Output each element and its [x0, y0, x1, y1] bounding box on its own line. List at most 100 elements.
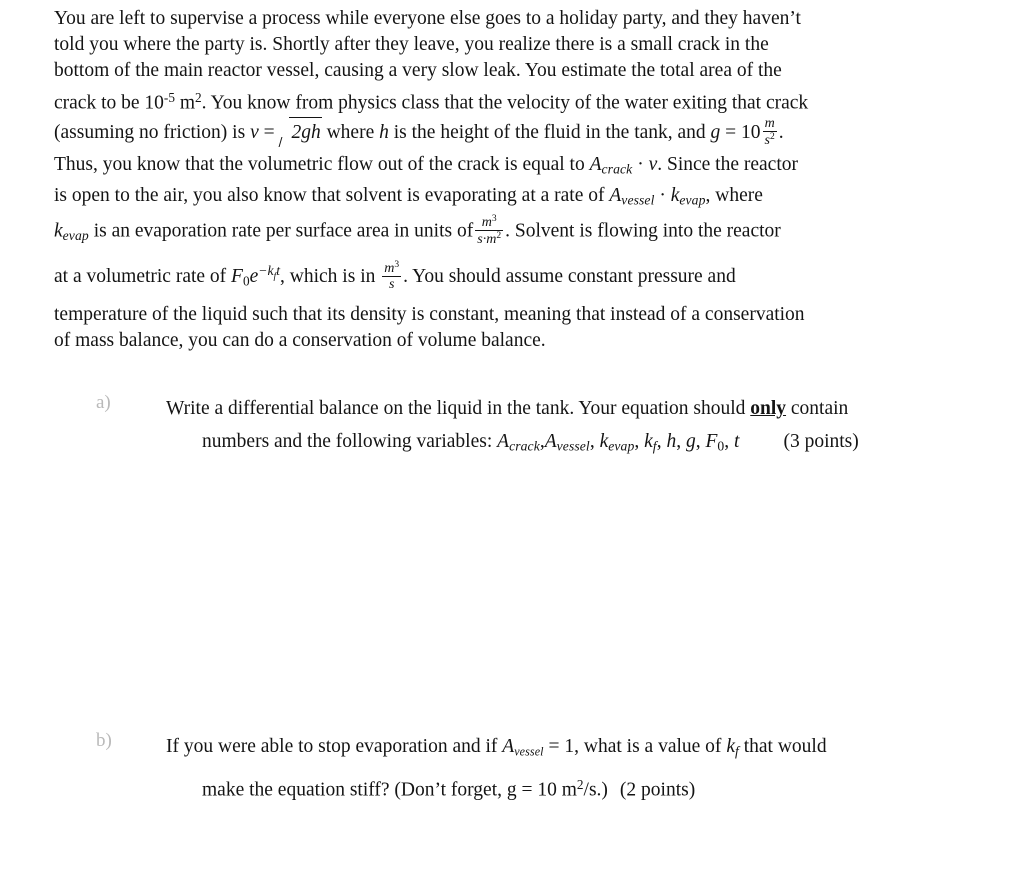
statement-line-1: You are left to supervise a process whil… — [54, 6, 934, 32]
question-b-line1-b: = 1, what is a value of — [543, 736, 727, 757]
question-a-line2-pre: numbers and the following variables: — [202, 431, 498, 452]
numerator-m-2: m — [384, 260, 395, 277]
var-A-vessel-base: A — [544, 431, 557, 452]
numerator-exponent-2: 3 — [394, 259, 400, 271]
question-a-points: (3 points) — [783, 431, 859, 452]
denominator-s-2: s — [382, 276, 402, 292]
statement-line-4: crack to be 10-5 m2. You know from physi… — [54, 85, 934, 117]
sep-3: , — [634, 431, 645, 452]
question-b-body: If you were able to stop evaporation and… — [166, 730, 1024, 807]
where-text-2: , where — [705, 185, 763, 207]
var-k-evap-base: k — [599, 431, 609, 452]
dot-operator-2: · — [654, 185, 671, 207]
var-A-vessel-b: A — [502, 736, 515, 757]
period-1: . — [778, 122, 784, 144]
var-A-vessel-sub: vessel — [556, 438, 590, 454]
question-item-b: b) If you were able to stop evaporation … — [96, 730, 996, 807]
height-text: is the height of the fluid in the tank, … — [388, 122, 711, 144]
statement-line-6: Thus, you know that the volumetric flow … — [54, 152, 934, 183]
question-b-line1-c: that would — [738, 736, 827, 757]
var-A-crack-base: A — [497, 431, 510, 452]
question-b-line2: make the equation stiff? (Don’t forget, … — [202, 768, 1024, 807]
variable-g: g — [710, 122, 721, 144]
statement-line-1-text: You are left to supervise a process whil… — [54, 8, 801, 29]
var-A-crack-sub: crack — [509, 438, 540, 454]
where-text: where — [321, 122, 380, 144]
radicand-2gh: 2gh — [289, 117, 322, 148]
question-b-line1-a: If you were able to stop evaporation and… — [166, 736, 503, 757]
statement-line-10-text: temperature of the liquid such that its … — [54, 303, 805, 325]
statement-line-5: (assuming no friction) is v = 2gh where … — [54, 116, 934, 148]
denominator-s-m: s·m — [477, 230, 497, 247]
var-k-f-base: k — [644, 431, 653, 452]
evap-rate-text: is an evaporation rate per surface area … — [88, 220, 474, 242]
question-marker-a: a) — [96, 392, 111, 413]
statement-line-10: temperature of the liquid such that its … — [54, 302, 934, 328]
gravity-value: = 10 — [720, 122, 761, 144]
emphasis-only: only — [750, 398, 787, 419]
question-b-line2-b: /s.) — [583, 779, 608, 801]
question-a-line1-pre: Write a differential balance on the liqu… — [166, 398, 751, 419]
sep-4: , — [656, 431, 667, 452]
statement-line-3-text: bottom of the main reactor vessel, causi… — [54, 60, 782, 82]
volumetric-rate-text: at a volumetric rate of — [54, 266, 232, 288]
question-b-points: (2 points) — [619, 779, 696, 801]
statement-line-3: bottom of the main reactor vessel, causi… — [54, 58, 934, 84]
friction-text: (assuming no friction) is — [54, 122, 251, 144]
numerator-m: m — [481, 213, 492, 230]
statement-line-9: at a volumetric rate of F0e−kft, which i… — [54, 253, 934, 299]
exponent-minus-five: -5 — [163, 89, 175, 105]
problem-statement: You are left to supervise a process whil… — [54, 6, 934, 354]
dot-operator-1: · — [632, 154, 649, 176]
sqrt-symbol: 2gh — [279, 117, 322, 148]
fraction-numerator: m — [764, 115, 775, 132]
question-a-line1: Write a differential balance on the liqu… — [166, 398, 848, 419]
statement-line-2-text: told you where the party is. Shortly aft… — [54, 34, 769, 56]
since-reactor-text: . Since the reactor — [657, 154, 798, 176]
question-b-line1: If you were able to stop evaporation and… — [166, 736, 827, 759]
denominator-exponent: 2 — [770, 131, 775, 143]
subscript-zero: 0 — [242, 273, 250, 289]
document-page: You are left to supervise a process whil… — [0, 0, 1024, 888]
exponent-two: 2 — [195, 89, 202, 105]
question-b-exponent: 2 — [576, 777, 584, 793]
exponent-minus-kf: −k — [258, 263, 274, 279]
var-A-vessel-b-sub: vessel — [514, 744, 544, 759]
fraction-m3-per-s: m3 s — [382, 260, 402, 292]
var-k-evap-sub: evap — [608, 438, 635, 454]
fraction-denominator-2: s·m2 — [475, 229, 504, 247]
question-a-body: Write a differential balance on the liqu… — [166, 392, 1024, 463]
sep-6: , — [695, 431, 706, 452]
variable-k-evap-2: k — [54, 220, 63, 242]
variable-v: v — [250, 122, 259, 144]
denominator-exponent-2: 2 — [496, 229, 502, 241]
statement-line-4-rest: . You know from physics class that the v… — [201, 92, 809, 114]
question-b-line2-a: make the equation stiff? (Don’t forget, … — [202, 779, 577, 801]
sep-2: , — [589, 431, 600, 452]
statement-line-7: is open to the air, you also know that s… — [54, 183, 934, 214]
var-t: t — [734, 431, 740, 452]
numerator-exponent: 3 — [491, 212, 497, 224]
equals-sign: = — [258, 122, 280, 144]
fraction-numerator-2: m3 — [475, 212, 503, 230]
variable-A-crack: A — [589, 154, 602, 176]
subscript-crack: crack — [601, 161, 633, 177]
var-h: h — [666, 431, 677, 452]
variable-v-2: v — [648, 154, 658, 176]
fraction-numerator-3: m3 — [382, 260, 401, 276]
statement-line-8: kevap is an evaporation rate per surface… — [54, 212, 934, 253]
variable-e: e — [249, 266, 259, 288]
var-g: g — [685, 431, 696, 452]
var-F0-base: F — [705, 431, 718, 452]
evaporating-text: is open to the air, you also know that s… — [54, 185, 610, 207]
which-is-in-text: , which is in — [280, 266, 381, 288]
subscript-vessel: vessel — [621, 192, 655, 208]
volumetric-flow-text: Thus, you know that the volumetric flow … — [54, 154, 590, 176]
var-k-f-b: k — [726, 736, 735, 757]
subscript-evap: evap — [679, 192, 706, 208]
sep-7: , — [724, 431, 735, 452]
fraction-m-per-s2: m s2 — [762, 115, 777, 148]
constant-pressure-text: . You should assume constant pressure an… — [403, 266, 736, 288]
fraction-m3-per-s-m2: m3 s·m2 — [475, 212, 504, 247]
question-item-a: a) Write a differential balance on the l… — [96, 392, 996, 463]
